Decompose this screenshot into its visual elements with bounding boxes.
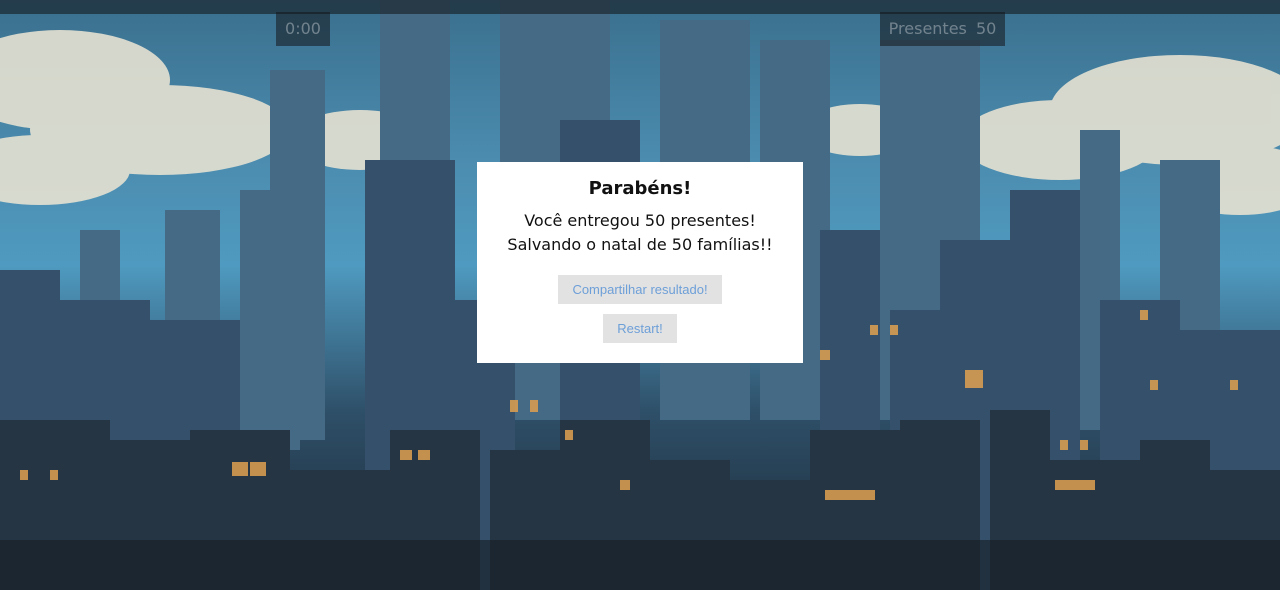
share-result-button[interactable]: Compartilhar resultado! — [558, 275, 722, 304]
modal-title: Parabéns! — [588, 178, 692, 199]
gifts-counter: Presentes 50 — [880, 12, 1005, 46]
timer-display: 0:00 — [276, 12, 330, 46]
timer-value: 0:00 — [285, 19, 321, 38]
result-message-line1: Você entregou 50 presentes! — [524, 211, 756, 230]
result-message-line2: Salvando o natal de 50 famílias!! — [507, 235, 773, 254]
game-canvas: 0:00 Presentes 50 Parabéns! Você entrego… — [0, 0, 1280, 590]
restart-button[interactable]: Restart! — [603, 314, 677, 343]
result-modal: Parabéns! Você entregou 50 presentes! Sa… — [477, 162, 803, 363]
gifts-label: Presentes — [888, 19, 972, 38]
gifts-count: 50 — [975, 19, 997, 38]
